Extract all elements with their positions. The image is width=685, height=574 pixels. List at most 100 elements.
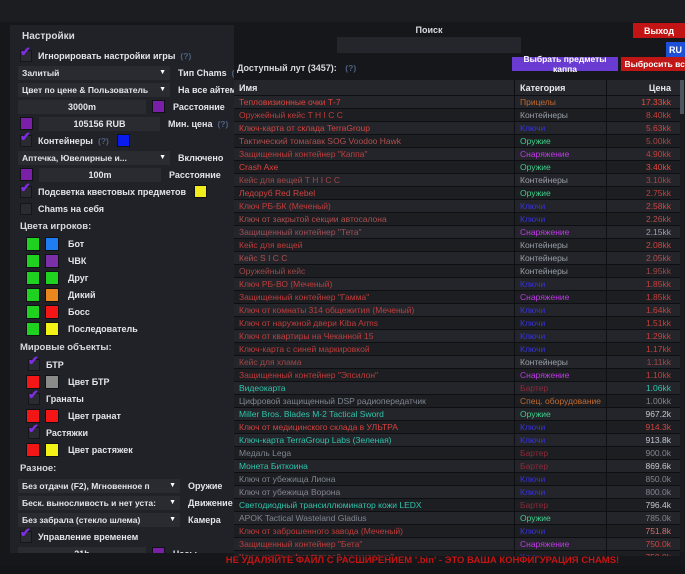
table-row[interactable]: Ключ от закрытой секции автосалонаКлючи2…	[234, 213, 680, 226]
color-swatch[interactable]	[26, 288, 40, 302]
table-row[interactable]: Защищенный контейнер "Эпсилон"Снаряжение…	[234, 369, 680, 382]
all-items-dropdown[interactable]: Цвет по цене & Пользователь ▼	[18, 83, 170, 97]
distance-input[interactable]	[18, 100, 146, 114]
help-icon[interactable]: (?)	[232, 68, 234, 78]
help-icon[interactable]: (?)	[345, 63, 356, 73]
movement-dropdown[interactable]: Беск. выносливость и нет уста: ▼	[18, 496, 180, 510]
checkbox-icon[interactable]	[20, 203, 32, 215]
quest-color-swatch[interactable]	[194, 185, 207, 198]
checkbox-icon[interactable]: ✔	[20, 186, 32, 198]
checkbox-icon[interactable]: ✔	[20, 135, 32, 147]
table-row[interactable]: Ключ РБ-БК (Меченый)Ключи2.58kk	[234, 200, 680, 213]
table-row[interactable]: Кейс для вещейКонтейнеры2.08kk	[234, 239, 680, 252]
table-row[interactable]: Ключ от убежища ЛионаКлючи850.0k	[234, 473, 680, 486]
table-row[interactable]: Ключ-карта TerraGroup Labs (Зеленая)Ключ…	[234, 434, 680, 447]
table-row[interactable]: Светодиодный трансиллюминатор кожи LEDXБ…	[234, 499, 680, 512]
checkbox-time-control[interactable]: ✔ Управление временем	[18, 530, 226, 543]
help-icon[interactable]: (?)	[98, 136, 109, 146]
min-price-input[interactable]	[39, 117, 160, 131]
hours-color-swatch[interactable]	[152, 547, 165, 553]
hours-input[interactable]	[18, 547, 146, 554]
table-row[interactable]: Медаль LegaБартер900.0k	[234, 447, 680, 460]
checkbox-icon[interactable]: ✔	[28, 393, 40, 405]
table-row[interactable]: Защищенный контейнер "Бета"Снаряжение750…	[234, 538, 680, 551]
table-row[interactable]: Оружейный кейсКонтейнеры1.95kk	[234, 265, 680, 278]
color-swatch[interactable]	[45, 254, 59, 268]
table-row[interactable]: Ключ-карта с синей маркировкойКлючи1.17k…	[234, 343, 680, 356]
color-swatch[interactable]	[26, 322, 40, 336]
discard-all-button[interactable]: Выбросить все	[621, 57, 685, 71]
table-row[interactable]: Crash AxeОружие3.40kk	[234, 161, 680, 174]
table-row[interactable]: Оружейный кейс T H I C CКонтейнеры8.40kk	[234, 109, 680, 122]
table-row[interactable]: Защищенный контейнер "Каппа"Снаряжение4.…	[234, 148, 680, 161]
table-row[interactable]: Ключ от убежища ВоронаКлючи800.0k	[234, 486, 680, 499]
chams-type-dropdown[interactable]: Залитый ▼	[18, 66, 170, 80]
checkbox-ignore-game-settings[interactable]: ✔ Игнорировать настройки игры (?)	[18, 49, 226, 62]
distance-color-swatch[interactable]	[152, 100, 165, 113]
column-header-price[interactable]: Цена	[606, 80, 680, 95]
checkbox-quest-highlight[interactable]: ✔ Подсветка квестовых предметов	[18, 185, 226, 198]
checkbox-chams-self[interactable]: Chams на себя	[18, 202, 226, 215]
weapon-dropdown[interactable]: Без отдачи (F2), Мгновенное п ▼	[18, 479, 180, 493]
table-row[interactable]: Цифровой защищенный DSP радиопередатчикС…	[234, 395, 680, 408]
table-row[interactable]: Ключ-карта от склада TerraGroupКлючи5.63…	[234, 122, 680, 135]
table-row[interactable]: ВидеокартаБартер1.06kk	[234, 382, 680, 395]
table-row[interactable]: Тактический томагавк SOG Voodoo HawkОруж…	[234, 135, 680, 148]
table-row[interactable]: Защищенный контейнер "Тета"Снаряжение2.1…	[234, 226, 680, 239]
containers-filter-dropdown[interactable]: Аптечка, Ювелирные и... ▼	[18, 151, 170, 165]
color-swatch[interactable]	[26, 254, 40, 268]
table-row[interactable]: Ключ от наружной двери Kiba ArmsКлючи1.5…	[234, 317, 680, 330]
help-icon[interactable]: (?)	[180, 51, 191, 61]
select-kappa-items-button[interactable]: Выбрать предметы каппа	[512, 57, 618, 71]
checkbox-icon[interactable]: ✔	[20, 531, 32, 543]
column-header-category[interactable]: Категория	[514, 80, 606, 95]
table-row[interactable]: Кейс для хламаКонтейнеры1.11kk	[234, 356, 680, 369]
scrollbar-thumb[interactable]	[680, 80, 684, 114]
item-price: 1.00kk	[606, 395, 680, 407]
color-swatch[interactable]	[26, 237, 40, 251]
containers-color-swatch[interactable]	[117, 134, 130, 147]
table-row[interactable]: Ледоруб Red RebelОружие2.75kk	[234, 187, 680, 200]
table-row[interactable]: APOK Tactical Wasteland GladiusОружие785…	[234, 512, 680, 525]
table-row[interactable]: Защищенный контейнер "Гамма"Снаряжение1.…	[234, 291, 680, 304]
checkbox-grenades[interactable]: ✔ Гранаты	[26, 392, 226, 405]
color-swatch[interactable]	[26, 271, 40, 285]
camera-dropdown[interactable]: Без забрала (стекло шлема) ▼	[18, 513, 180, 527]
color-swatch[interactable]	[45, 288, 59, 302]
table-row[interactable]: Тепловизионные очки Т-7Прицелы17.33kk	[234, 96, 680, 109]
color-swatch[interactable]	[45, 237, 59, 251]
checkbox-containers[interactable]: ✔ Контейнеры (?)	[18, 134, 226, 147]
table-row[interactable]: Ключ от комнаты 314 общежития (Меченый)К…	[234, 304, 680, 317]
checkbox-icon[interactable]: ✔	[28, 427, 40, 439]
checkbox-tripwires[interactable]: ✔ Растяжки	[26, 426, 226, 439]
color-swatch[interactable]	[45, 305, 59, 319]
item-price: 1.95kk	[606, 265, 680, 277]
color-swatch[interactable]	[45, 271, 59, 285]
table-row[interactable]: Miller Bros. Blades M-2 Tactical SwordОр…	[234, 408, 680, 421]
table-row[interactable]: Кейс S I C CКонтейнеры2.05kk	[234, 252, 680, 265]
table-scrollbar[interactable]	[680, 80, 684, 552]
color-swatch[interactable]	[45, 375, 59, 389]
grenades-color-row: Цвет гранат	[26, 409, 226, 423]
color-swatch[interactable]	[26, 305, 40, 319]
color-swatch[interactable]	[45, 322, 59, 336]
checkbox-icon[interactable]: ✔	[20, 50, 32, 62]
column-header-name[interactable]: Имя	[234, 83, 514, 93]
item-category: Ключи	[514, 200, 606, 212]
table-row[interactable]: Ключ от заброшенного завода (Меченый)Клю…	[234, 525, 680, 538]
color-swatch[interactable]	[45, 409, 59, 423]
search-input[interactable]	[337, 37, 521, 53]
color-swatch[interactable]	[26, 443, 40, 457]
exit-button[interactable]: Выход	[633, 23, 685, 38]
table-row[interactable]: Кейс для вещей T H I C CКонтейнеры3.10kk	[234, 174, 680, 187]
color-swatch[interactable]	[45, 443, 59, 457]
containers-distance-input[interactable]	[39, 168, 161, 182]
checkbox-btr[interactable]: ✔ БТР	[26, 358, 226, 371]
table-row[interactable]: Ключ РБ-ВО (Меченый)Ключи1.85kk	[234, 278, 680, 291]
table-row[interactable]: Ключ от медицинского склада в УЛЬТРАКлюч…	[234, 421, 680, 434]
language-button[interactable]: RU	[666, 42, 685, 57]
table-row[interactable]: Монета БиткоинаБартер869.6k	[234, 460, 680, 473]
table-row[interactable]: Ключ от квартиры на Чеканной 15Ключи1.29…	[234, 330, 680, 343]
checkbox-icon[interactable]: ✔	[28, 359, 40, 371]
help-icon[interactable]: (?)	[217, 119, 228, 129]
